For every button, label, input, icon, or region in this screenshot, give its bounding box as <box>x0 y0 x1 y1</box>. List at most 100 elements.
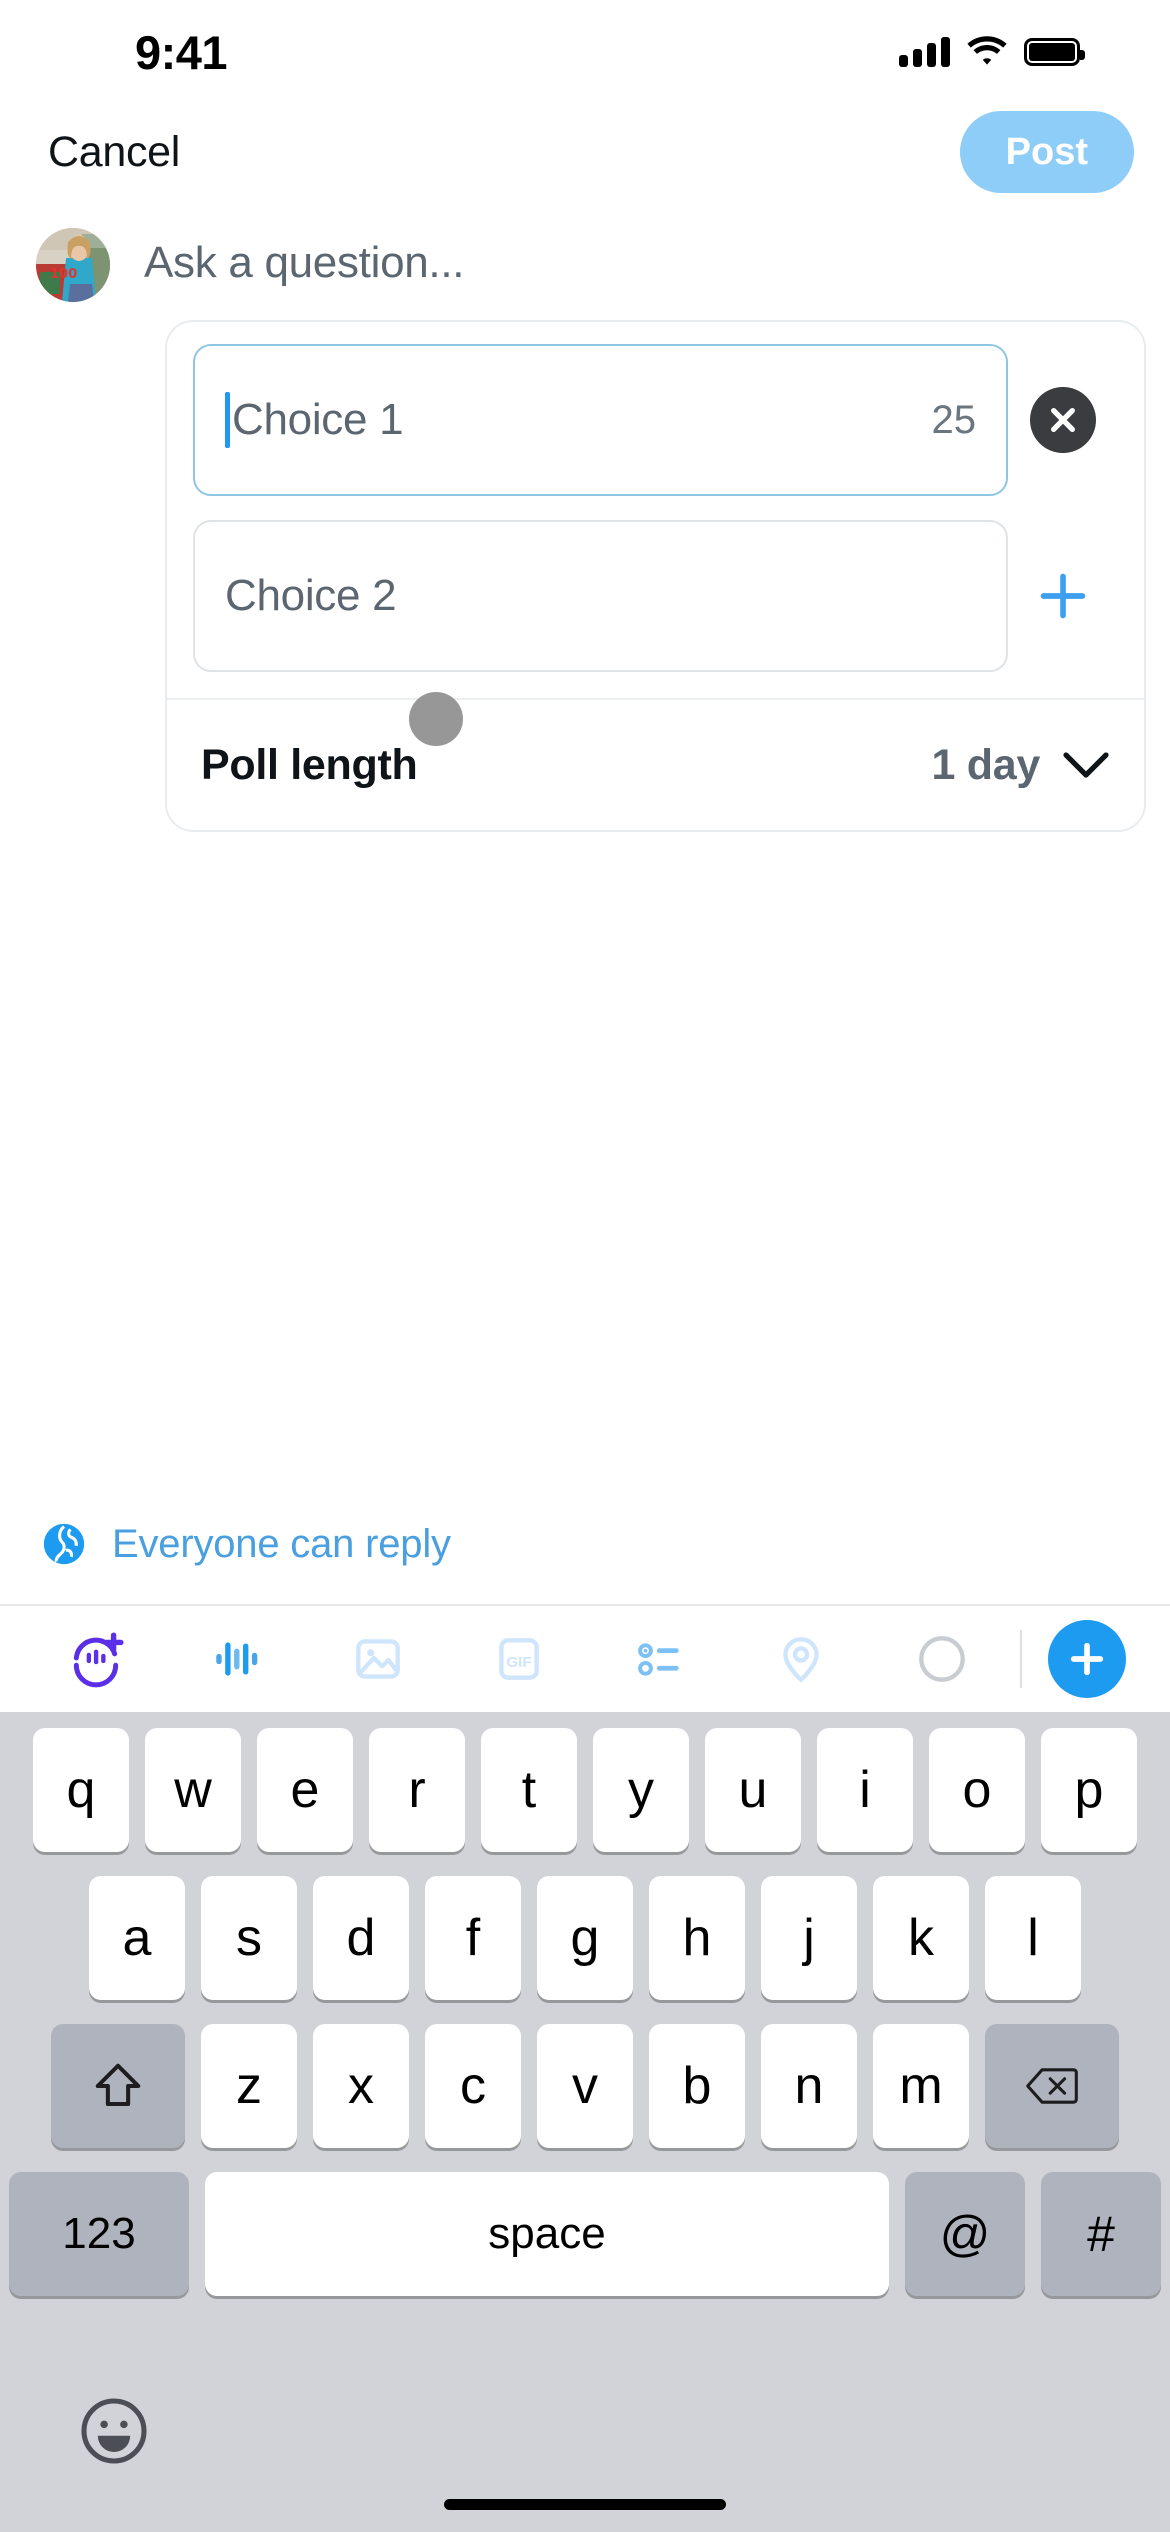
poll-length-selector[interactable]: 1 day <box>932 741 1110 790</box>
composer-row: 100 Ask a question... <box>0 208 1170 302</box>
touch-dot <box>409 692 463 746</box>
poll-button[interactable] <box>589 1606 730 1712</box>
image-icon <box>356 1639 400 1679</box>
emoji-key[interactable] <box>78 2395 150 2467</box>
poll-length-label: Poll length <box>201 740 418 789</box>
key-l[interactable]: l <box>985 1876 1081 2000</box>
space-key[interactable]: space <box>205 2172 889 2296</box>
poll-choice-1-placeholder: Choice 1 <box>232 395 404 444</box>
poll-choice-1-action <box>1008 387 1118 453</box>
key-y[interactable]: y <box>593 1728 689 1852</box>
gif-button[interactable]: GIF <box>449 1606 590 1712</box>
key-k[interactable]: k <box>873 1876 969 2000</box>
cellular-signal-icon <box>899 37 950 67</box>
gif-icon: GIF <box>499 1638 539 1680</box>
key-f[interactable]: f <box>425 1876 521 2000</box>
status-bar-icons <box>899 34 1085 71</box>
poll-choices-area: Choice 1 25 Choice 2 <box>167 322 1144 698</box>
keyboard-row-3: z x c v b n m <box>0 2024 1170 2148</box>
reply-setting-row[interactable]: Everyone can reply <box>0 1484 1170 1604</box>
numbers-key[interactable]: 123 <box>9 2172 189 2296</box>
key-i[interactable]: i <box>817 1728 913 1852</box>
key-w[interactable]: w <box>145 1728 241 1852</box>
plus-icon <box>1040 573 1086 619</box>
poll-choice-2-input[interactable]: Choice 2 <box>193 520 1008 672</box>
voice-add-button[interactable] <box>26 1606 167 1712</box>
key-o[interactable]: o <box>929 1728 1025 1852</box>
key-p[interactable]: p <box>1041 1728 1137 1852</box>
key-a[interactable]: a <box>89 1876 185 2000</box>
battery-icon <box>1024 38 1085 66</box>
key-z[interactable]: z <box>201 2024 297 2148</box>
home-indicator <box>444 2499 726 2510</box>
key-d[interactable]: d <box>313 1876 409 2000</box>
key-t[interactable]: t <box>481 1728 577 1852</box>
user-avatar[interactable]: 100 <box>36 228 110 302</box>
poll-length-row[interactable]: Poll length 1 day <box>167 692 1144 830</box>
at-key[interactable]: @ <box>905 2172 1025 2296</box>
composer-header: Cancel Post <box>0 96 1170 208</box>
keyboard-row-1: q w e r t y u i o p <box>0 1728 1170 1852</box>
backspace-key[interactable] <box>985 2024 1119 2148</box>
shift-arrow-icon <box>95 2063 141 2107</box>
cancel-button[interactable]: Cancel <box>48 128 180 177</box>
reply-setting-label: Everyone can reply <box>112 1521 451 1566</box>
character-count-button[interactable] <box>871 1606 1012 1712</box>
location-pin-icon <box>783 1637 819 1683</box>
key-u[interactable]: u <box>705 1728 801 1852</box>
plus-icon <box>1070 1642 1104 1676</box>
keyboard-row-2: a s d f g h j k l <box>0 1876 1170 2000</box>
shift-key[interactable] <box>51 2024 185 2148</box>
text-caret <box>225 392 230 448</box>
hash-key[interactable]: # <box>1041 2172 1161 2296</box>
status-bar: 9:41 <box>0 0 1170 96</box>
add-post-button[interactable] <box>1048 1620 1127 1698</box>
keyboard-bottom-row <box>0 2320 1170 2532</box>
close-icon <box>1051 408 1075 432</box>
key-c[interactable]: c <box>425 2024 521 2148</box>
poll-choice-2-action <box>1008 563 1118 629</box>
key-s[interactable]: s <box>201 1876 297 2000</box>
key-n[interactable]: n <box>761 2024 857 2148</box>
globe-icon <box>42 1522 86 1566</box>
emoji-smiley-icon <box>81 2398 147 2464</box>
key-x[interactable]: x <box>313 2024 409 2148</box>
key-e[interactable]: e <box>257 1728 353 1852</box>
composer-toolbar: GIF <box>0 1604 1170 1712</box>
post-button[interactable]: Post <box>959 111 1134 193</box>
poll-choice-2-placeholder: Choice 2 <box>225 571 397 620</box>
key-h[interactable]: h <box>649 1876 745 2000</box>
key-v[interactable]: v <box>537 2024 633 2148</box>
toolbar-divider <box>1020 1630 1023 1688</box>
svg-text:GIF: GIF <box>506 1654 531 1671</box>
remove-choice-button[interactable] <box>1030 387 1096 453</box>
key-g[interactable]: g <box>537 1876 633 2000</box>
chevron-down-icon <box>1062 750 1110 780</box>
key-q[interactable]: q <box>33 1728 129 1852</box>
audio-waveform-button[interactable] <box>167 1606 308 1712</box>
svg-text:100: 100 <box>50 267 77 282</box>
key-m[interactable]: m <box>873 2024 969 2148</box>
question-input-placeholder[interactable]: Ask a question... <box>144 238 465 288</box>
poll-choice-row: Choice 1 25 <box>193 344 1118 496</box>
key-j[interactable]: j <box>761 1876 857 2000</box>
keyboard-row-4: 123 space @ # <box>0 2172 1170 2296</box>
wifi-icon <box>966 34 1008 71</box>
location-button[interactable] <box>730 1606 871 1712</box>
poll-choice-1-char-count: 25 <box>931 397 977 442</box>
poll-icon <box>638 1643 679 1676</box>
key-r[interactable]: r <box>369 1728 465 1852</box>
poll-composer-screen: 9:41 Cancel Post 100 Ask a question... C… <box>0 0 1170 2532</box>
poll-choice-1-input[interactable]: Choice 1 25 <box>193 344 1008 496</box>
key-b[interactable]: b <box>649 2024 745 2148</box>
voice-add-icon <box>74 1632 124 1688</box>
character-count-circle-icon <box>918 1636 965 1682</box>
image-button[interactable] <box>308 1606 449 1712</box>
poll-choice-row: Choice 2 <box>193 520 1118 672</box>
poll-length-value: 1 day <box>931 740 1041 789</box>
audio-waveform-icon <box>216 1642 258 1676</box>
status-bar-time: 9:41 <box>135 25 228 79</box>
add-choice-button[interactable] <box>1030 563 1096 629</box>
backspace-icon <box>1026 2068 1078 2104</box>
